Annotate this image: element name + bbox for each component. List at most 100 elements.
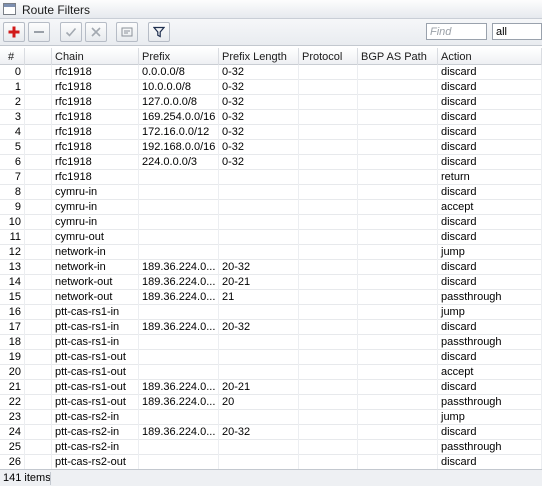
cell-prefix-length — [219, 245, 299, 260]
cell-number: 12 — [0, 245, 25, 260]
column-header-flags[interactable] — [25, 48, 52, 65]
table-row[interactable]: 22 ptt-cas-rs1-out 189.36.224.0... 20 passth… — [0, 395, 542, 410]
comment-button[interactable] — [116, 22, 138, 42]
cell-bgp-as-path — [358, 200, 438, 215]
table-row[interactable]: 6 rfc1918 224.0.0.0/3 0-32 discard — [0, 155, 542, 170]
cell-bgp-as-path — [358, 350, 438, 365]
cell-flags — [25, 455, 52, 469]
cell-chain: ptt-cas-rs2-in — [52, 440, 139, 455]
table-row[interactable]: 11 cymru-out discard — [0, 230, 542, 245]
table-row[interactable]: 13 network-in 189.36.224.0... 20-32 discard — [0, 260, 542, 275]
table-row[interactable]: 15 network-out 189.36.224.0... 21 passthroug… — [0, 290, 542, 305]
cell-action: passthrough — [438, 290, 542, 305]
table-row[interactable]: 3 rfc1918 169.254.0.0/16 0-32 discard — [0, 110, 542, 125]
cell-protocol — [299, 320, 358, 335]
cell-chain: network-out — [52, 275, 139, 290]
column-header-prefix-length[interactable]: Prefix Length — [219, 48, 299, 65]
disable-button[interactable] — [85, 22, 107, 42]
cell-action: discard — [438, 380, 542, 395]
table-row[interactable]: 5 rfc1918 192.168.0.0/16 0-32 discard — [0, 140, 542, 155]
cell-protocol — [299, 275, 358, 290]
cell-bgp-as-path — [358, 275, 438, 290]
cell-number: 17 — [0, 320, 25, 335]
cell-action: accept — [438, 365, 542, 380]
column-header-protocol[interactable]: Protocol — [299, 48, 358, 65]
table-row[interactable]: 4 rfc1918 172.16.0.0/12 0-32 discard — [0, 125, 542, 140]
cell-number: 3 — [0, 110, 25, 125]
window-icon — [3, 3, 16, 15]
table-row[interactable]: 10 cymru-in discard — [0, 215, 542, 230]
filter-select[interactable]: all — [492, 23, 542, 40]
cell-flags — [25, 215, 52, 230]
enable-button[interactable] — [60, 22, 82, 42]
cell-flags — [25, 65, 52, 80]
table-row[interactable]: 26 ptt-cas-rs2-out discard — [0, 455, 542, 469]
cell-action: discard — [438, 140, 542, 155]
table-row[interactable]: 20 ptt-cas-rs1-out accept — [0, 365, 542, 380]
column-header-prefix[interactable]: Prefix — [139, 48, 219, 65]
cell-chain: ptt-cas-rs1-out — [52, 395, 139, 410]
table-row[interactable]: 23 ptt-cas-rs2-in jump — [0, 410, 542, 425]
table-row[interactable]: 2 rfc1918 127.0.0.0/8 0-32 discard — [0, 95, 542, 110]
filter-button[interactable] — [148, 22, 170, 42]
cell-prefix: 0.0.0.0/8 — [139, 65, 219, 80]
column-header-chain[interactable]: Chain — [52, 48, 139, 65]
cell-action: discard — [438, 425, 542, 440]
cell-bgp-as-path — [358, 380, 438, 395]
table-row[interactable]: 1 rfc1918 10.0.0.0/8 0-32 discard — [0, 80, 542, 95]
table-row[interactable]: 24 ptt-cas-rs2-in 189.36.224.0... 20-32 disc… — [0, 425, 542, 440]
cell-prefix: 189.36.224.0... — [139, 320, 219, 335]
cell-number: 23 — [0, 410, 25, 425]
minus-icon — [34, 31, 44, 33]
add-button[interactable] — [3, 22, 25, 42]
table-row[interactable]: 16 ptt-cas-rs1-in jump — [0, 305, 542, 320]
table-row[interactable]: 9 cymru-in accept — [0, 200, 542, 215]
x-icon — [91, 27, 101, 37]
cell-prefix-length: 0-32 — [219, 65, 299, 80]
cell-protocol — [299, 200, 358, 215]
filter-icon — [153, 26, 165, 38]
cell-action: discard — [438, 320, 542, 335]
cell-chain: ptt-cas-rs2-in — [52, 410, 139, 425]
table-row[interactable]: 19 ptt-cas-rs1-out discard — [0, 350, 542, 365]
cell-chain: ptt-cas-rs1-out — [52, 365, 139, 380]
table-row[interactable]: 18 ptt-cas-rs1-in passthrough — [0, 335, 542, 350]
table-row[interactable]: 25 ptt-cas-rs2-in passthrough — [0, 440, 542, 455]
cell-bgp-as-path — [358, 305, 438, 320]
cell-flags — [25, 305, 52, 320]
table-row[interactable]: 7 rfc1918 return — [0, 170, 542, 185]
item-count: 141 items — [3, 472, 51, 484]
cell-prefix-length: 0-32 — [219, 140, 299, 155]
table-row[interactable]: 21 ptt-cas-rs1-out 189.36.224.0... 20-21 dis… — [0, 380, 542, 395]
cell-prefix-length — [219, 440, 299, 455]
cell-protocol — [299, 215, 358, 230]
cell-protocol — [299, 170, 358, 185]
cell-prefix-length: 20-32 — [219, 260, 299, 275]
remove-button[interactable] — [28, 22, 50, 42]
cell-prefix-length — [219, 185, 299, 200]
cell-flags — [25, 410, 52, 425]
column-header-action[interactable]: Action — [438, 48, 542, 65]
table-row[interactable]: 0 rfc1918 0.0.0.0/8 0-32 discard — [0, 65, 542, 80]
cell-prefix — [139, 365, 219, 380]
cell-prefix-length — [219, 365, 299, 380]
cell-flags — [25, 185, 52, 200]
table-row[interactable]: 14 network-out 189.36.224.0... 20-21 discard — [0, 275, 542, 290]
table-row[interactable]: 17 ptt-cas-rs1-in 189.36.224.0... 20-32 disc… — [0, 320, 542, 335]
cell-flags — [25, 200, 52, 215]
cell-protocol — [299, 95, 358, 110]
table-row[interactable]: 12 network-in jump — [0, 245, 542, 260]
column-header-number[interactable]: # — [0, 48, 25, 65]
cell-action: passthrough — [438, 440, 542, 455]
table-row[interactable]: 8 cymru-in discard — [0, 185, 542, 200]
cell-number: 25 — [0, 440, 25, 455]
cell-flags — [25, 245, 52, 260]
find-input[interactable]: Find — [426, 23, 487, 40]
cell-chain: ptt-cas-rs1-out — [52, 380, 139, 395]
cell-prefix — [139, 200, 219, 215]
cell-protocol — [299, 380, 358, 395]
column-header-bgp-as-path[interactable]: BGP AS Path — [358, 48, 438, 65]
cell-action: passthrough — [438, 395, 542, 410]
cell-action: discard — [438, 215, 542, 230]
cell-chain: ptt-cas-rs1-out — [52, 350, 139, 365]
